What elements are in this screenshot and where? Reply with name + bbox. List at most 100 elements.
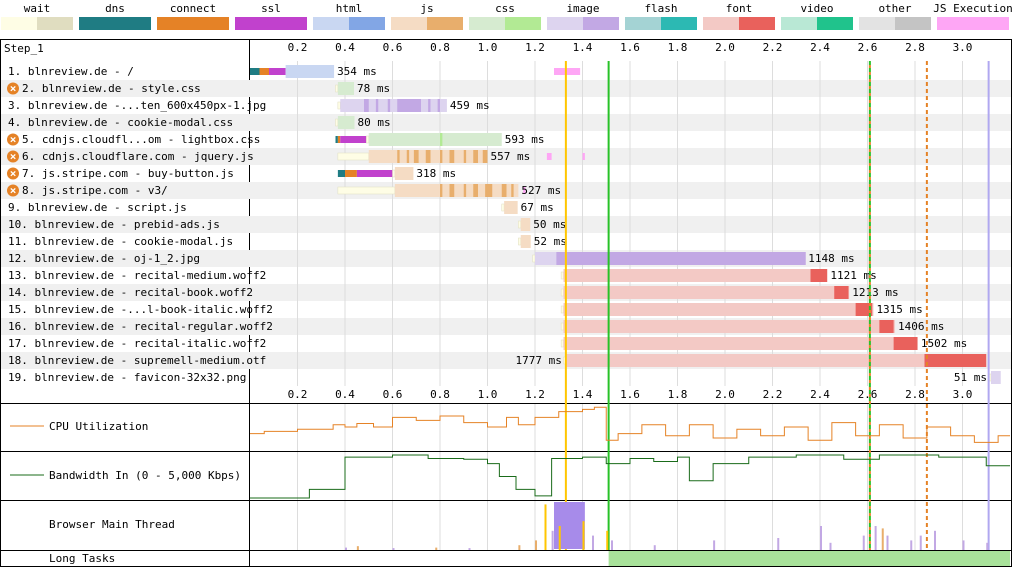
- request-label: 5. cdnjs.cloudfl...om - lightbox.css: [22, 133, 260, 146]
- tick-label-bottom: 2.8: [905, 388, 925, 401]
- request-chunk: [375, 99, 379, 112]
- legend-swatch-0: [1, 17, 73, 30]
- tick-label-bottom: 2.6: [858, 388, 878, 401]
- step-label: Step_1: [4, 42, 44, 55]
- request-download: [285, 65, 335, 78]
- request-time-label: 1406 ms: [898, 320, 944, 333]
- request-time-label: 557 ms: [491, 150, 531, 163]
- main-thread-spike: [611, 540, 613, 550]
- main-thread-spike: [886, 535, 889, 550]
- request-chunk: [440, 184, 443, 197]
- request-dns: [335, 136, 338, 143]
- request-wait: [560, 339, 564, 348]
- request-chunk: [397, 150, 400, 163]
- tick-label-bottom: 2.2: [763, 388, 783, 401]
- request-connect: [345, 170, 357, 177]
- tick-label-top: 0.4: [335, 41, 355, 54]
- main-thread-spike: [777, 538, 780, 550]
- main-thread-spike: [910, 540, 913, 550]
- request-wait: [335, 84, 339, 93]
- warning-icon-glyph: ×: [10, 167, 17, 180]
- long-tasks-label: Long Tasks: [49, 552, 115, 565]
- request-ssl: [340, 136, 367, 143]
- tick-label-bottom: 0.2: [288, 388, 308, 401]
- request-chunk: [413, 150, 419, 163]
- legend-swatch-7: [547, 17, 619, 30]
- legend-label-6: css: [495, 2, 515, 15]
- request-label: 18. blnreview.de - supremell-medium.otf: [8, 354, 266, 367]
- tick-label-top: 1.6: [620, 41, 640, 54]
- tick-label-top: 2.0: [715, 41, 735, 54]
- tick-label-bottom: 3.0: [953, 388, 973, 401]
- request-chunk: [406, 150, 410, 163]
- warning-icon-glyph: ×: [10, 133, 17, 146]
- main-thread-spike: [874, 526, 877, 550]
- legend-label-0: wait: [24, 2, 51, 15]
- request-wait: [518, 220, 521, 229]
- main-thread-spike: [551, 530, 554, 550]
- request-label: 6. cdnjs.cloudflare.com - jquery.js: [22, 150, 254, 163]
- request-time-label: 318 ms: [416, 167, 456, 180]
- request-js-execution: [546, 153, 552, 160]
- tick-label-bottom: 1.6: [620, 388, 640, 401]
- request-connect: [259, 68, 269, 75]
- main-thread-spike: [592, 535, 594, 550]
- legend-swatch-1: [79, 17, 151, 30]
- request-chunk: [397, 99, 421, 112]
- tick-label-top: 2.8: [905, 41, 925, 54]
- request-label: 9. blnreview.de - script.js: [8, 201, 187, 214]
- tick-label-bottom: 1.0: [478, 388, 498, 401]
- legend-swatch-12: [937, 17, 1009, 30]
- legend-label-1: dns: [105, 2, 125, 15]
- request-download: [368, 133, 502, 146]
- tick-label-bottom: 2.4: [810, 388, 830, 401]
- request-time-label: 1148 ms: [808, 252, 854, 265]
- legend-label-12: JS Execution: [933, 2, 1012, 15]
- request-label: 1. blnreview.de - /: [8, 65, 134, 78]
- long-task-bar: [608, 551, 1010, 566]
- legend-swatch-8: [625, 17, 697, 30]
- request-label: 2. blnreview.de - style.css: [22, 82, 201, 95]
- request-time-label: 80 ms: [358, 116, 391, 129]
- main-thread-spike: [713, 540, 716, 550]
- request-wait: [532, 254, 536, 263]
- tick-label-top: 0.2: [288, 41, 308, 54]
- request-chunk: [440, 150, 443, 163]
- tick-label-bottom: 1.2: [525, 388, 545, 401]
- request-wait: [560, 288, 564, 297]
- tick-label-bottom: 0.8: [430, 388, 450, 401]
- request-download: [504, 201, 518, 214]
- request-time-label: 78 ms: [357, 82, 390, 95]
- request-wait: [335, 118, 339, 127]
- legend-swatch-6: [469, 17, 541, 30]
- tick-label-top: 2.2: [763, 41, 783, 54]
- main-thread-spike: [862, 535, 865, 550]
- request-time-label: 1315 ms: [876, 303, 922, 316]
- request-download: [563, 320, 896, 333]
- request-label: 8. js.stripe.com - v3/: [22, 184, 168, 197]
- legend-swatch-9: [703, 17, 775, 30]
- tick-label-top: 1.8: [668, 41, 688, 54]
- main-thread-spike: [986, 542, 989, 550]
- request-chunk: [501, 184, 507, 197]
- request-chunk: [879, 320, 894, 333]
- request-chunk: [511, 184, 514, 197]
- legend-swatch-3: [235, 17, 307, 30]
- tick-label-top: 3.0: [953, 41, 973, 54]
- request-wait: [501, 203, 505, 212]
- tick-label-top: 2.6: [858, 41, 878, 54]
- main-thread-spike: [468, 548, 471, 550]
- legend-label-7: image: [566, 2, 599, 15]
- request-chunk: [473, 150, 478, 163]
- tick-label-bottom: 0.4: [335, 388, 355, 401]
- request-dns: [337, 170, 345, 177]
- request-label: 10. blnreview.de - prebid-ads.js: [8, 218, 220, 231]
- request-time-label: 459 ms: [450, 99, 490, 112]
- main-thread-spike: [356, 546, 359, 550]
- main-thread-spike: [606, 530, 609, 550]
- request-label: 15. blnreview.de -...l-book-italic.woff2: [8, 303, 273, 316]
- request-time-label: 593 ms: [505, 133, 545, 146]
- legend-label-5: js: [420, 2, 433, 15]
- main-thread-label: Browser Main Thread: [49, 518, 175, 531]
- request-wait: [366, 135, 369, 144]
